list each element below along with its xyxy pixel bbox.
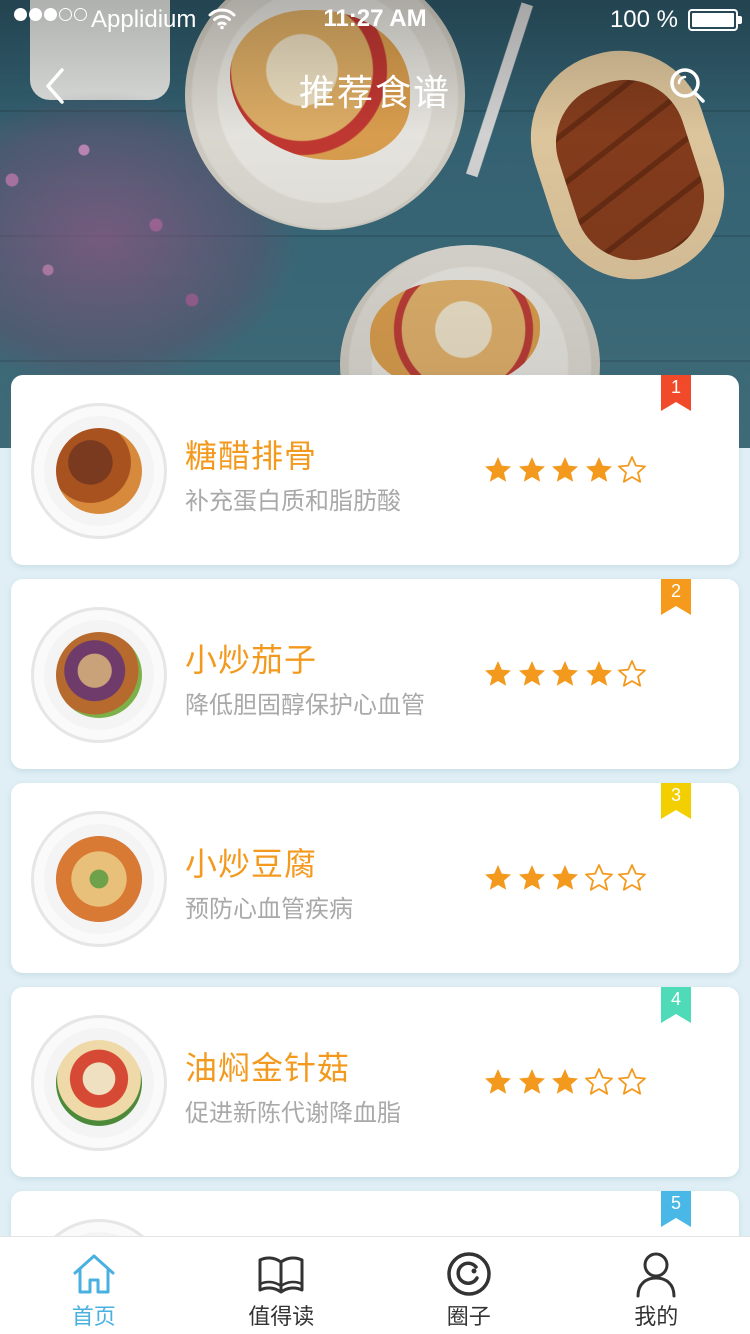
star-filled-icon: [585, 457, 612, 482]
recipe-description: 预防心血管疾病: [185, 895, 353, 923]
recipe-name: 小炒茄子: [185, 641, 318, 679]
rank-number: 2: [670, 581, 681, 601]
star-filled-icon: [552, 661, 578, 686]
star-empty-icon: [618, 660, 646, 687]
search-icon: [670, 68, 705, 103]
recipe-description: 降低胆固醇保护心血管: [185, 691, 425, 719]
rating-stars: [483, 659, 651, 689]
home-icon: [73, 1254, 115, 1294]
rank-badge: 1: [661, 375, 691, 411]
tab-bar: 首页 值得读 圈子 我的: [0, 1236, 750, 1334]
rank-badge: 2: [661, 579, 691, 615]
star-filled-icon: [485, 661, 511, 686]
star-filled-icon: [518, 1069, 545, 1094]
book-icon: [258, 1256, 304, 1294]
recipe-card[interactable]: 油焖金针菇 促进新陈代谢降血脂 4: [11, 987, 739, 1177]
star-filled-icon: [485, 457, 511, 482]
rank-badge: 4: [661, 987, 691, 1023]
status-bar: Applidium 11:27 AM 100 %: [0, 0, 750, 40]
rank-number: 1: [670, 377, 681, 397]
dish-image: [31, 811, 167, 947]
star-filled-icon: [518, 457, 545, 482]
recipe-card[interactable]: 小炒豆腐 预防心血管疾病 3: [11, 783, 739, 973]
star-empty-icon: [584, 864, 613, 891]
recipe-card[interactable]: 糖醋排骨 补充蛋白质和脂肪酸 1: [11, 375, 739, 565]
recipe-name: 糖醋排骨: [185, 437, 318, 475]
page-title: 推荐食谱: [298, 73, 451, 114]
recipe-card[interactable]: 小炒茄子 降低胆固醇保护心血管 2: [11, 579, 739, 769]
star-filled-icon: [485, 865, 511, 890]
dish-image: [31, 1015, 167, 1151]
tab-circle[interactable]: 圈子: [375, 1237, 563, 1334]
star-filled-icon: [552, 1069, 578, 1094]
nav-header: 推荐食谱: [0, 56, 750, 116]
tab-label: 值得读: [248, 1305, 315, 1330]
search-button[interactable]: [666, 64, 710, 108]
star-filled-icon: [518, 865, 545, 890]
rating-stars: [483, 863, 651, 893]
rank-number: 5: [670, 1193, 681, 1213]
tab-label: 我的: [634, 1305, 679, 1330]
tab-mine[interactable]: 我的: [563, 1237, 750, 1334]
user-icon: [636, 1252, 676, 1298]
star-empty-icon: [618, 864, 646, 891]
dish-image: [31, 403, 167, 539]
recipe-description: 促进新陈代谢降血脂: [185, 1099, 401, 1127]
recipe-name: 油焖金针菇: [185, 1049, 351, 1087]
rank-badge: 3: [661, 783, 691, 819]
dish-image: [31, 607, 167, 743]
tab-label: 首页: [71, 1305, 116, 1330]
star-filled-icon: [552, 457, 578, 482]
tab-label: 圈子: [446, 1305, 491, 1330]
rank-number: 3: [670, 785, 681, 805]
rating-stars: [483, 1067, 651, 1097]
recipe-name: 小炒豆腐: [185, 845, 318, 883]
rank-number: 4: [670, 989, 681, 1009]
star-filled-icon: [552, 865, 578, 890]
circle-icon: [447, 1252, 491, 1296]
star-filled-icon: [585, 661, 612, 686]
rank-badge: 5: [661, 1191, 691, 1227]
star-filled-icon: [485, 1069, 511, 1094]
tab-home[interactable]: 首页: [0, 1237, 188, 1334]
star-empty-icon: [618, 456, 646, 483]
star-filled-icon: [518, 661, 545, 686]
star-empty-icon: [618, 1068, 646, 1095]
recipe-description: 补充蛋白质和脂肪酸: [185, 487, 401, 515]
battery-percentage: 100 %: [609, 6, 678, 33]
star-empty-icon: [584, 1068, 613, 1095]
battery-icon: [688, 9, 742, 31]
tab-worth-reading[interactable]: 值得读: [188, 1237, 376, 1334]
rating-stars: [483, 455, 651, 485]
